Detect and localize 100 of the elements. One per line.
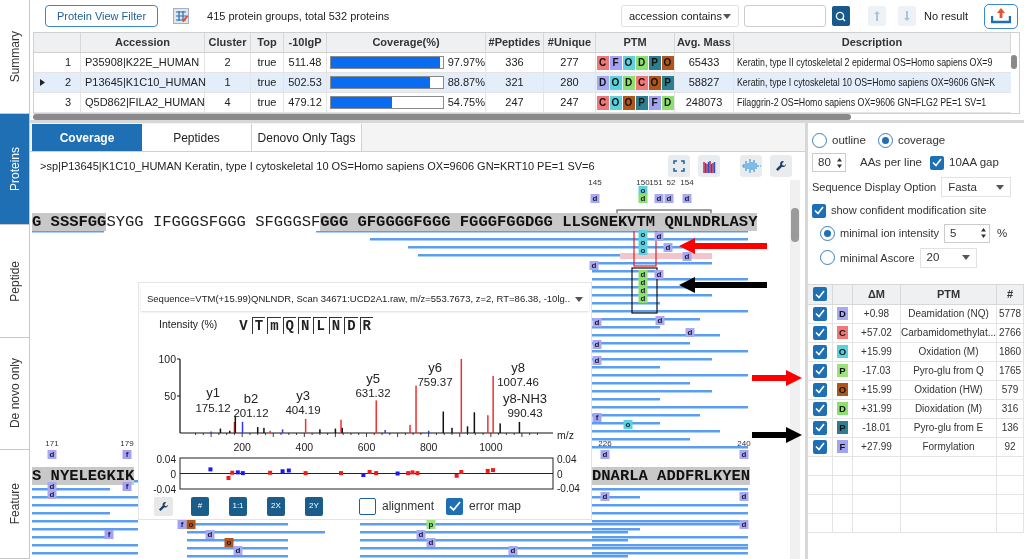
peak-value: 201.12 — [233, 407, 269, 419]
checkbox[interactable] — [813, 401, 827, 416]
caret-icon — [722, 13, 731, 19]
residue-letter: Q — [282, 316, 296, 334]
tick-label: 600 — [357, 441, 376, 453]
ptm-badge: D — [837, 307, 848, 321]
table-cell-text: Keratin, type I cytoskeletal 10 OS=Homo sapiens OX=9606 GN=K — [737, 75, 996, 91]
grid-icon[interactable] — [173, 8, 190, 24]
chart-button[interactable] — [698, 155, 720, 177]
tab[interactable]: Peptides — [142, 124, 252, 151]
table-row[interactable]: 1 P35908|K22E_HUMAN 2 true 511.48 97.97% 336 277 C F O D P O 65433 Keratin, type II cytoskeletal 2 epidermal OS=Homo sapiens OX=9 — [34, 53, 1011, 73]
peak-value: 631.32 — [355, 387, 391, 399]
tab[interactable]: Coverage — [32, 124, 142, 151]
ptm-badge: P — [635, 95, 648, 110]
ptm-badge: P — [837, 364, 848, 378]
tool-button[interactable]: 2X — [267, 496, 285, 516]
modification-tag: f — [177, 520, 187, 529]
axis-label: Intensity (%) — [159, 317, 218, 333]
radio-button[interactable] — [812, 133, 827, 149]
modification-tag: f — [104, 530, 114, 539]
peak-bar — [304, 418, 307, 433]
tool-button[interactable]: # — [191, 496, 209, 516]
error-point — [395, 471, 400, 476]
number-field[interactable]: 80 — [812, 153, 846, 173]
upload-icon — [991, 8, 1011, 24]
checkbox[interactable] — [359, 497, 376, 515]
ptm-badge: O — [648, 75, 661, 90]
table-cell: Pyro-glu from E — [901, 418, 997, 437]
modification-tag: d — [664, 194, 674, 203]
checkbox[interactable] — [446, 497, 464, 515]
checkbox[interactable] — [813, 306, 827, 321]
checkbox[interactable] — [813, 382, 827, 397]
settings-button[interactable] — [770, 155, 792, 177]
table-cell: 92 — [997, 437, 1024, 456]
search-field[interactable] — [743, 5, 826, 27]
ptm-badge: D — [837, 402, 848, 416]
search-icon — [835, 10, 847, 22]
position-number: 52 — [666, 180, 676, 187]
column-header: Avg. Mass — [675, 33, 734, 52]
expand-button[interactable] — [668, 155, 690, 177]
table-cell: 136 — [997, 418, 1024, 437]
export-button[interactable] — [984, 3, 1018, 29]
ptm-badge: C — [837, 326, 848, 340]
wrench-icon — [775, 160, 787, 172]
peak-bar — [466, 426, 469, 433]
peak-bar — [334, 428, 337, 433]
search-button[interactable] — [831, 6, 850, 26]
peak-bar — [256, 427, 259, 433]
peak-value: 175.12 — [195, 402, 231, 414]
sequence-text: G SSSFGG — [32, 213, 107, 231]
number-field[interactable]: 5 — [944, 223, 991, 243]
filter-button[interactable]: Protein View Filter — [45, 5, 159, 27]
ptm-badge: O — [622, 55, 635, 70]
checkbox[interactable] — [813, 363, 827, 378]
peak-label: y1 — [206, 385, 220, 400]
spectrum-select[interactable]: Sequence=VTM(+15.99)QNLNDR, Scan 34671:UCD2A1.raw, m/z=553.7673, z=2, RT=86.38, -10lg.. — [141, 287, 589, 311]
scrollbar-thumb[interactable] — [791, 208, 799, 242]
modification-tag: d — [638, 194, 648, 203]
modification-tag: d — [600, 450, 610, 459]
modification-tag: d — [682, 252, 692, 261]
table-row[interactable]: 2 P13645|K1C10_HUMAN 1 true 502.53 88.87% 321 280 D O D C O P 58827 Keratin, type I cytoskeletal 10 OS=Homo sapiens OX=9606 GN=K — [34, 73, 1011, 93]
radio-button[interactable] — [877, 133, 893, 149]
column-header: # — [997, 284, 1024, 304]
table-cell: +15.99 — [853, 342, 901, 361]
radio-button[interactable] — [820, 250, 835, 266]
table-cell: 336 — [486, 53, 544, 72]
table-cell: true — [251, 53, 284, 72]
radio-button[interactable] — [820, 225, 835, 241]
scrollbar-thumb[interactable] — [33, 114, 851, 120]
ascore-select[interactable]: 20 — [919, 247, 977, 268]
checkbox-label: alignment — [382, 498, 435, 515]
checkbox[interactable] — [813, 325, 827, 340]
checkbox[interactable] — [930, 155, 944, 170]
checkbox[interactable] — [812, 203, 826, 218]
modification-tag: f — [122, 482, 132, 491]
table-cell: P35908|K22E_HUMAN — [81, 53, 205, 72]
modification-tag: d — [654, 232, 664, 241]
display-option-select[interactable]: Fasta — [941, 177, 1012, 198]
search-mode-select[interactable]: accession contains — [620, 5, 739, 27]
checkbox[interactable] — [813, 439, 827, 454]
tool-button[interactable]: 1:1 — [229, 496, 247, 516]
checkbox[interactable] — [813, 287, 827, 302]
side-tab[interactable]: Proteins — [0, 114, 29, 225]
tab[interactable]: Denovo Only Tags — [252, 124, 362, 151]
table-row[interactable]: 3 Q5D862|FILA2_HUMAN 4 true 479.12 54.75% 247 247 C O O P F D 248073 Filaggrin-2 OS=Homo sapiens OX=9606 GN=FLG2 PE=1 SV=1 — [34, 93, 1011, 113]
tool-button[interactable]: 2Y — [305, 496, 323, 516]
scrollbar-thumb[interactable] — [1011, 55, 1017, 69]
table-cell: +15.99 — [853, 380, 901, 399]
coverage-text: 97.97% — [447, 55, 485, 71]
checkbox[interactable] — [813, 420, 827, 435]
tick-label: 200 — [233, 441, 251, 453]
settings-button[interactable] — [154, 496, 173, 516]
checkbox[interactable] — [813, 344, 827, 359]
ptm-badge: O — [609, 95, 622, 110]
position-number: 171 — [45, 439, 59, 448]
modification-tag: d — [638, 294, 648, 303]
residue-letter: R — [359, 316, 373, 334]
sequence-text: DNARLA ADDFRLKYEN — [592, 467, 751, 485]
peak-bar — [281, 429, 284, 433]
expand-icon — [673, 160, 685, 172]
